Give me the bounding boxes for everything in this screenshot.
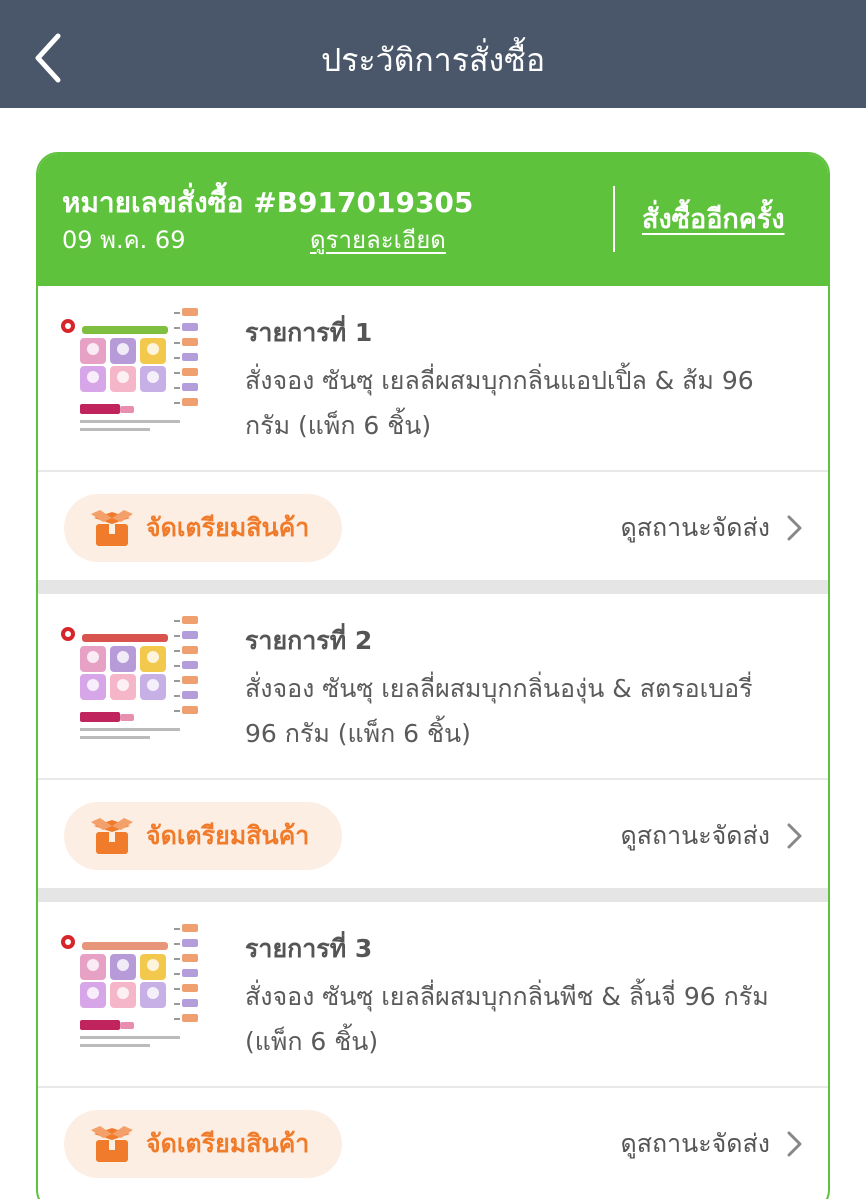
item-description: สั่งจอง ซันซุ เยลลี่ผสมบุกกลิ่นพีช & ลิ้… bbox=[245, 982, 769, 1056]
item-separator bbox=[38, 580, 828, 594]
product-thumbnail bbox=[60, 298, 210, 460]
top-bar: ประวัติการสั่งซื้อ bbox=[0, 0, 866, 108]
status-badge: จัดเตรียมสินค้า bbox=[64, 802, 342, 870]
order-header: หมายเลขสั่งซื้อ #B917019305 09 พ.ค. 69 ด… bbox=[38, 154, 828, 286]
track-shipment-link[interactable]: ดูสถานะจัดส่ง bbox=[620, 816, 804, 856]
view-details-link[interactable]: ดูรายละเอียด bbox=[310, 224, 446, 256]
order-number: หมายเลขสั่งซื้อ #B917019305 bbox=[62, 186, 474, 219]
item-description: สั่งจอง ซันซุ เยลลี่ผสมบุกกลิ่นองุ่น & ส… bbox=[245, 674, 753, 748]
track-shipment-label: ดูสถานะจัดส่ง bbox=[620, 1129, 770, 1158]
track-shipment-link[interactable]: ดูสถานะจัดส่ง bbox=[620, 1124, 804, 1164]
item-title: รายการที่ 2 bbox=[245, 626, 373, 655]
item-status-row: จัดเตรียมสินค้า ดูสถานะจัดส่ง bbox=[38, 780, 828, 888]
chevron-right-icon bbox=[787, 823, 802, 849]
track-shipment-label: ดูสถานะจัดส่ง bbox=[620, 513, 770, 542]
item-info[interactable]: รายการที่ 3 สั่งจอง ซันซุ เยลลี่ผสมบุกกล… bbox=[38, 902, 828, 1088]
product-image bbox=[60, 298, 210, 460]
order-item: รายการที่ 2 สั่งจอง ซันซุ เยลลี่ผสมบุกกล… bbox=[38, 594, 828, 902]
track-shipment-link[interactable]: ดูสถานะจัดส่ง bbox=[620, 508, 804, 548]
status-label: จัดเตรียมสินค้า bbox=[146, 513, 310, 542]
chevron-right-icon bbox=[787, 515, 802, 541]
order-card: หมายเลขสั่งซื้อ #B917019305 09 พ.ค. 69 ด… bbox=[36, 152, 830, 1199]
item-title: รายการที่ 3 bbox=[245, 934, 373, 963]
status-label: จัดเตรียมสินค้า bbox=[146, 1129, 310, 1158]
status-label: จัดเตรียมสินค้า bbox=[146, 821, 310, 850]
product-image bbox=[60, 606, 210, 768]
item-title: รายการที่ 1 bbox=[245, 318, 373, 347]
chevron-right-icon bbox=[787, 1131, 802, 1157]
order-item: รายการที่ 3 สั่งจอง ซันซุ เยลลี่ผสมบุกกล… bbox=[38, 902, 828, 1198]
item-description: สั่งจอง ซันซุ เยลลี่ผสมบุกกลิ่นแอปเปิ้ล … bbox=[245, 366, 754, 440]
header-divider bbox=[613, 186, 615, 252]
order-date: 09 พ.ค. 69 bbox=[62, 226, 186, 254]
product-image bbox=[60, 914, 210, 1076]
item-status-row: จัดเตรียมสินค้า ดูสถานะจัดส่ง bbox=[38, 472, 828, 580]
order-item: รายการที่ 1 สั่งจอง ซันซุ เยลลี่ผสมบุกกล… bbox=[38, 286, 828, 594]
item-info[interactable]: รายการที่ 2 สั่งจอง ซันซุ เยลลี่ผสมบุกกล… bbox=[38, 594, 828, 780]
item-info[interactable]: รายการที่ 1 สั่งจอง ซันซุ เยลลี่ผสมบุกกล… bbox=[38, 286, 828, 472]
product-thumbnail bbox=[60, 606, 210, 768]
reorder-link[interactable]: สั่งซื้ออีกครั้ง bbox=[642, 202, 785, 238]
page-title: ประวัติการสั่งซื้อ bbox=[320, 41, 546, 79]
status-badge: จัดเตรียมสินค้า bbox=[64, 1110, 342, 1178]
track-shipment-label: ดูสถานะจัดส่ง bbox=[620, 821, 770, 850]
box-icon bbox=[91, 818, 133, 854]
item-status-row: จัดเตรียมสินค้า ดูสถานะจัดส่ง bbox=[38, 1088, 828, 1196]
status-badge: จัดเตรียมสินค้า bbox=[64, 494, 342, 562]
box-icon bbox=[91, 510, 133, 546]
product-thumbnail bbox=[60, 914, 210, 1076]
box-icon bbox=[91, 1126, 133, 1162]
back-button[interactable] bbox=[30, 30, 70, 86]
chevron-left-icon bbox=[35, 33, 61, 83]
item-separator bbox=[38, 888, 828, 902]
